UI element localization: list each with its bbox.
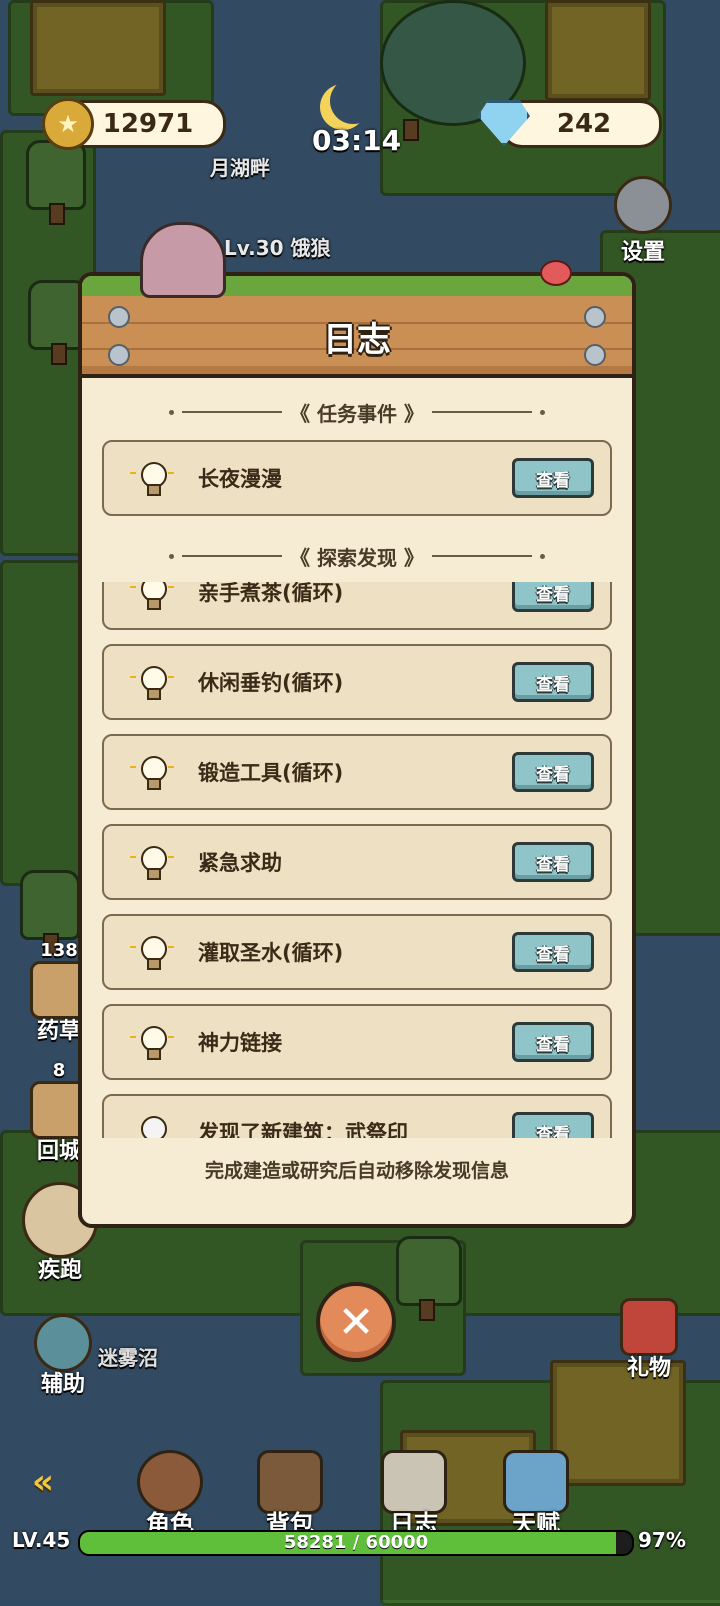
assist-icon (34, 1314, 92, 1372)
collapse-button[interactable]: « (32, 1462, 54, 1502)
discovery-label: 亲手煮茶(循环) (198, 582, 344, 605)
herb-label: 药草 (36, 1019, 81, 1044)
return-count: 8 (52, 1060, 66, 1081)
section-tasks-label: 《 任务事件 》 (290, 401, 424, 426)
journal-modal: 日志 《 任务事件 》 长夜漫漫 查看 《 探索发现 》 亲手煮茶(循环) 查看… (78, 272, 636, 1228)
lightbulb-icon (130, 1026, 174, 1060)
view-button[interactable]: 查看 (512, 932, 594, 972)
discovery-card: 亲手煮茶(循环) 查看 (102, 582, 612, 630)
task-card: 长夜漫漫 查看 (102, 440, 612, 516)
player-level: LV.45 (12, 1528, 71, 1552)
discovery-card: 发现了新建筑：武祭印 查看 (102, 1094, 612, 1138)
discovery-label: 紧急求助 (198, 851, 282, 875)
close-icon: ✕ (337, 1296, 375, 1348)
view-button[interactable]: 查看 (512, 1112, 594, 1138)
lightbulb-icon (130, 846, 174, 880)
settings-button[interactable]: 设置 (614, 176, 672, 266)
view-button[interactable]: 查看 (512, 842, 594, 882)
moon-icon (330, 78, 376, 124)
section-header-explore: 《 探索发现 》 (82, 538, 632, 574)
double-chevron-left-icon: « (32, 1462, 54, 1502)
footer-note: 完成建造或研究后自动移除发现信息 (204, 1160, 509, 1182)
xp-text: 58281 / 60000 (283, 1532, 429, 1553)
nav-backpack[interactable]: 背包 (240, 1450, 340, 1539)
title-board: 日志 (82, 296, 632, 378)
xp-percent: 97% (638, 1528, 686, 1552)
clock-text: 03:14 (312, 124, 402, 157)
return-label: 回城 (36, 1139, 81, 1164)
lightbulb-icon (130, 462, 174, 496)
zone-label: 迷雾沼 (98, 1346, 158, 1370)
discovery-label: 灌取圣水(循环) (198, 941, 344, 965)
gear-icon (614, 176, 672, 234)
assist-label: 辅助 (40, 1372, 85, 1397)
gift-label: 礼物 (626, 1356, 671, 1381)
discovery-card: 紧急求助 查看 (102, 824, 612, 900)
discovery-card: 锻造工具(循环) 查看 (102, 734, 612, 810)
herb-count: 138 (40, 940, 78, 961)
coin-icon: ★ (42, 98, 94, 150)
discovery-list[interactable]: 亲手煮茶(循环) 查看 休闲垂钓(循环) 查看 锻造工具(循环) 查看 紧急求助… (82, 582, 632, 1138)
view-button[interactable]: 查看 (512, 1022, 594, 1062)
lightbulb-icon (130, 582, 174, 610)
gift-button[interactable]: 礼物 (620, 1298, 678, 1382)
view-button[interactable]: 查看 (512, 582, 594, 612)
lightbulb-icon (130, 936, 174, 970)
lightbulb-off-icon (138, 1116, 167, 1138)
flower-icon (540, 260, 572, 286)
nav-talent[interactable]: 天赋 (486, 1450, 586, 1539)
discovery-label: 休闲垂钓(循环) (198, 671, 344, 695)
settings-label: 设置 (620, 240, 665, 265)
discovery-card: 休闲垂钓(循环) 查看 (102, 644, 612, 720)
modal-title: 日志 (323, 320, 391, 360)
view-button[interactable]: 查看 (512, 458, 594, 498)
lightbulb-icon (130, 666, 174, 700)
close-button[interactable]: ✕ (316, 1282, 396, 1362)
gem-counter: 242 (500, 100, 662, 148)
bunny-mascot (140, 222, 226, 298)
discovery-label: 锻造工具(循环) (198, 761, 344, 785)
discovery-label: 神力链接 (198, 1031, 282, 1055)
lightbulb-icon (130, 756, 174, 790)
section-header-tasks: 《 任务事件 》 (82, 394, 632, 430)
xp-bar: 58281 / 60000 (78, 1530, 634, 1556)
nav-journal[interactable]: 日志 (364, 1450, 464, 1539)
coin-value: 12971 (102, 109, 194, 139)
section-explore-label: 《 探索发现 》 (290, 545, 424, 570)
nav-character[interactable]: 角色 (120, 1450, 220, 1539)
task-label: 长夜漫漫 (198, 467, 282, 491)
discovery-card: 神力链接 查看 (102, 1004, 612, 1080)
discovery-card: 灌取圣水(循环) 查看 (102, 914, 612, 990)
sprint-label: 疾跑 (37, 1258, 82, 1283)
enemy-label: Lv.30 饿狼 (224, 236, 331, 260)
gem-value: 242 (556, 109, 612, 139)
assist-button[interactable]: 辅助 (34, 1314, 92, 1398)
gift-icon (620, 1298, 678, 1356)
view-button[interactable]: 查看 (512, 752, 594, 792)
location-label: 月湖畔 (210, 156, 270, 180)
discovery-label: 发现了新建筑：武祭印 (198, 1121, 408, 1138)
view-button[interactable]: 查看 (512, 662, 594, 702)
